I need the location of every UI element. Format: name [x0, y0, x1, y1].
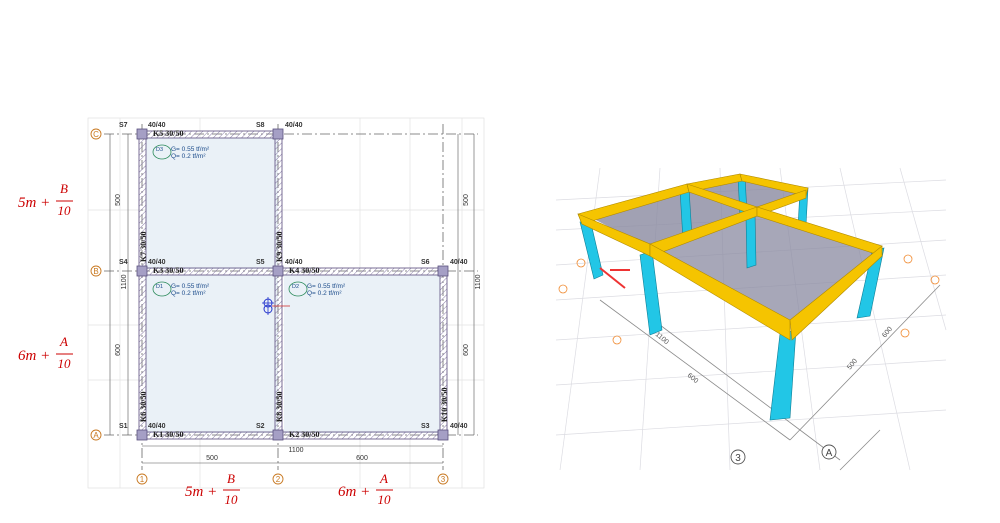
dim-right-top: 500 — [463, 194, 470, 206]
column-size-s7: 40/40 — [148, 122, 166, 129]
column-s3 — [437, 429, 449, 441]
beam-label-k10: K10 30/50 — [440, 388, 449, 422]
beam-label-k3: K3 30/50 — [153, 266, 183, 275]
dim-bottom-right: 600 — [356, 455, 368, 462]
column-label-s5: S5 — [256, 259, 265, 266]
beam-label-k5: K5 30/50 — [153, 129, 183, 138]
floor-plan: S7 40/40 S8 40/40 S4 40/40 S5 40/40 S6 4… — [87, 117, 485, 489]
column-s6 — [437, 265, 449, 277]
beam-label-k1: K1 30/50 — [153, 430, 183, 439]
slab-d2 — [284, 275, 440, 433]
formula-bottom-right-base: 6m + — [338, 484, 370, 500]
dim-left-total: 1100 — [121, 274, 128, 289]
slab-d3 — [146, 138, 278, 269]
dim-left-bottom: 600 — [115, 344, 122, 356]
beam-label-k8: K8 30/50 — [275, 392, 284, 422]
formula-left-bottom-num: A — [59, 334, 68, 349]
slab-id-d2: D2 — [292, 284, 299, 290]
column-s4 — [136, 265, 148, 277]
slab-g-d3: G= 0.55 tf/m² — [171, 146, 210, 153]
formula-left-bottom-den: 10 — [58, 356, 72, 371]
axis-bubble-c: C — [93, 130, 99, 139]
column-label-s4: S4 — [119, 259, 128, 266]
dim-right-total: 1100 — [475, 274, 482, 289]
beam-label-k6: K6 30/50 — [139, 392, 148, 422]
beam-label-k4: K4 30/50 — [289, 266, 319, 275]
axis-bubble-2: 2 — [276, 475, 281, 484]
column-3d-6 — [745, 212, 757, 269]
column-size-s6: 40/40 — [450, 259, 468, 266]
column-s7 — [136, 128, 148, 140]
column-label-s7: S7 — [119, 122, 128, 129]
dim-bottom-mid: 1100 — [288, 447, 303, 454]
axis-bubble-1: 1 — [140, 475, 145, 484]
column-label-s2: S2 — [256, 423, 265, 430]
dim-bottom-left: 500 — [206, 455, 218, 462]
column-label-s3: S3 — [421, 423, 430, 430]
formula-bottom-left-den: 10 — [225, 492, 239, 507]
column-size-s3: 40/40 — [450, 423, 468, 430]
formula-left-top-base: 5m + — [18, 195, 50, 211]
formula-bottom-left-base: 5m + — [185, 484, 217, 500]
column-s8 — [272, 128, 284, 140]
formula-bottom-right-den: 10 — [378, 492, 392, 507]
slab-id-d1: D1 — [156, 284, 163, 290]
beam-label-k9: K9 30/50 — [275, 232, 284, 262]
formula-left-top-num: B — [60, 181, 68, 196]
column-size-s8: 40/40 — [285, 122, 303, 129]
column-size-s1: 40/40 — [148, 423, 166, 430]
formula-left-top: 5m + B 10 — [18, 181, 73, 218]
dim-right-bottom: 600 — [463, 344, 470, 356]
formula-bottom-right-num: A — [379, 471, 388, 486]
slab-g-d1: G= 0.55 tf/m² — [171, 283, 210, 290]
dim-left-top: 500 — [115, 194, 122, 206]
column-s1 — [136, 429, 148, 441]
view-3d-axis-a: A — [826, 448, 833, 459]
beam-label-k2: K2 30/50 — [289, 430, 319, 439]
slab-d1 — [146, 275, 278, 433]
column-s2 — [272, 429, 284, 441]
column-size-s4: 40/40 — [148, 259, 166, 266]
column-size-s5: 40/40 — [285, 259, 303, 266]
formula-left-top-den: 10 — [58, 203, 72, 218]
column-label-s6: S6 — [421, 259, 430, 266]
axis-bubble-b: B — [93, 267, 98, 276]
slab-q-d3: Q= 0.2 tf/m² — [171, 153, 206, 160]
formula-left-bottom: 6m + A 10 — [18, 334, 73, 371]
slab-q-d1: Q= 0.2 tf/m² — [171, 290, 206, 297]
figure-canvas: S7 40/40 S8 40/40 S4 40/40 S5 40/40 S6 4… — [18, 117, 947, 507]
column-label-s1: S1 — [119, 423, 128, 430]
axis-bubble-a: A — [93, 431, 99, 440]
slab-q-d2: Q= 0.2 tf/m² — [307, 290, 342, 297]
view-3d: 600 500 1100 600 3 A — [555, 167, 947, 471]
slab-g-d2: G= 0.55 tf/m² — [307, 283, 346, 290]
formula-bottom-left-num: B — [227, 471, 235, 486]
column-s5 — [272, 265, 284, 277]
beam-label-k7: K7 30/50 — [139, 232, 148, 262]
slab-id-d3: D3 — [156, 147, 163, 153]
column-label-s8: S8 — [256, 122, 265, 129]
formula-left-bottom-base: 6m + — [18, 348, 50, 364]
axis-bubble-3: 3 — [441, 475, 446, 484]
view-3d-axis-3: 3 — [735, 453, 741, 464]
